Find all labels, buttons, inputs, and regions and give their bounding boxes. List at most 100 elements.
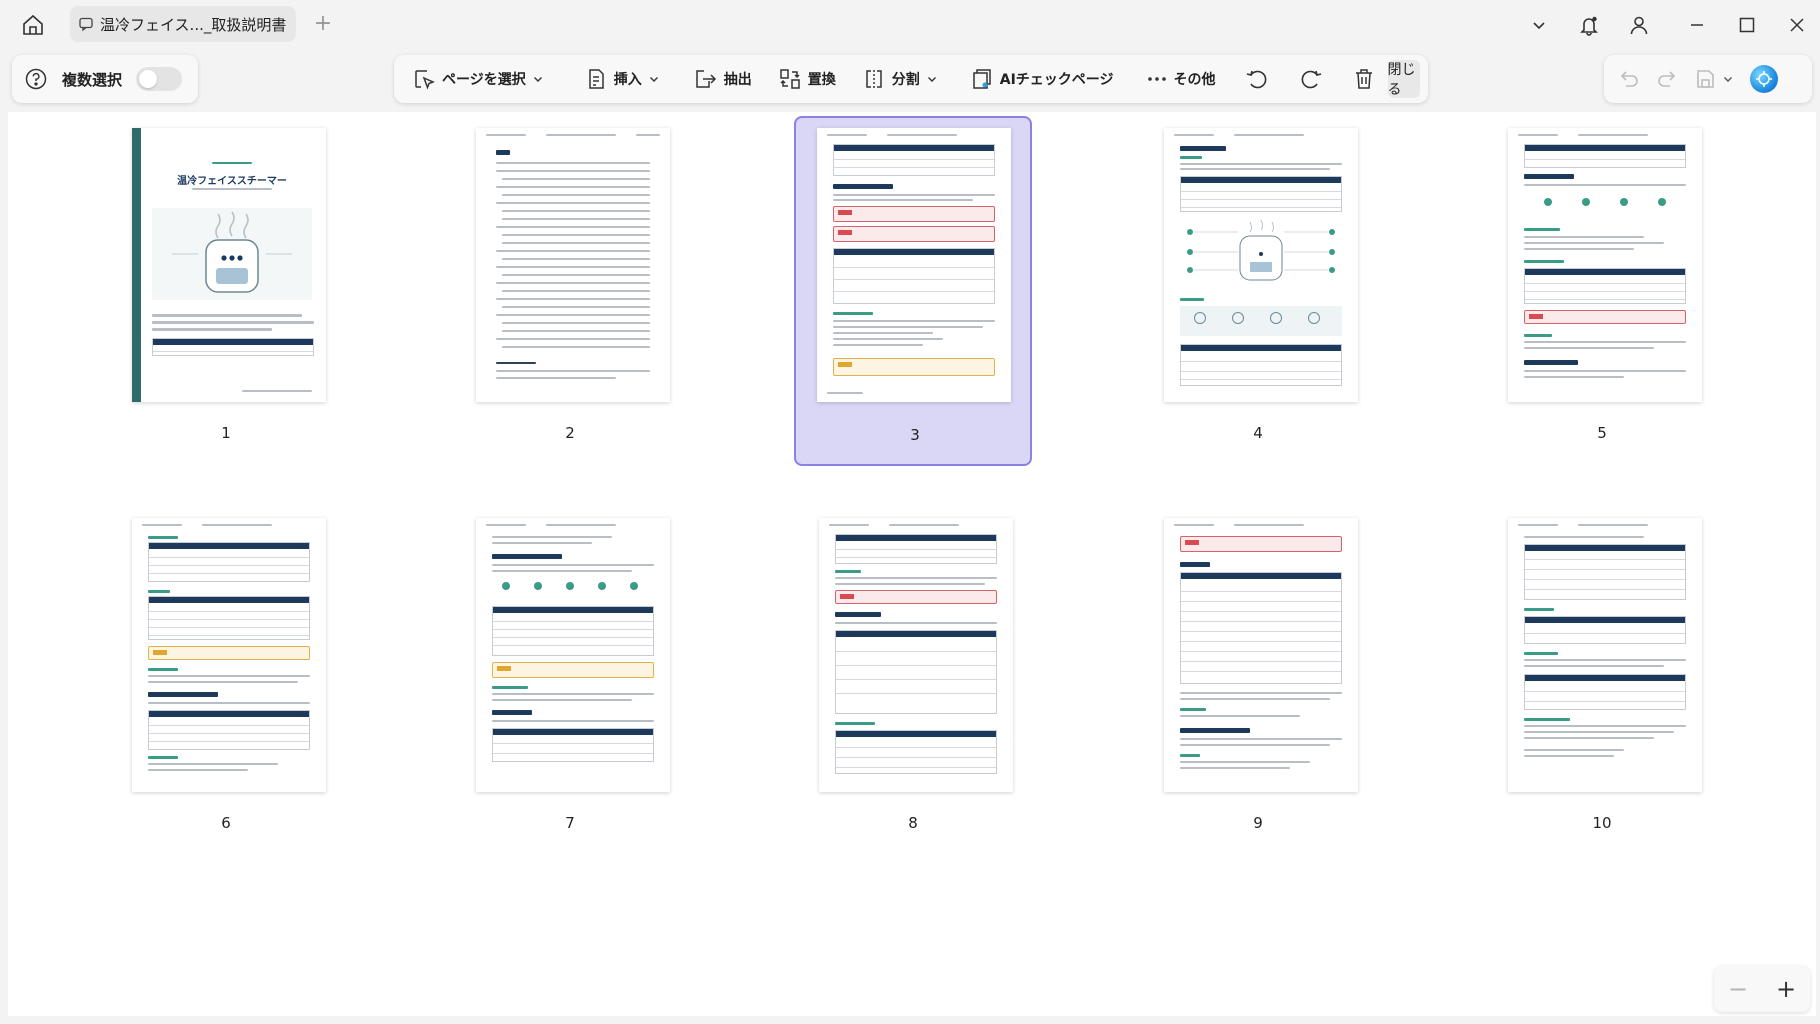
page-number: 7	[565, 814, 575, 832]
page-number: 10	[1592, 814, 1612, 832]
chevron-down-icon	[533, 77, 542, 82]
document-tab[interactable]: 温冷フェイス..._取扱説明書	[70, 6, 296, 42]
toggle-knob	[139, 70, 158, 88]
page-number: 9	[1253, 814, 1263, 832]
tab-list-dropdown[interactable]	[1524, 10, 1554, 40]
ai-assistant-icon	[1756, 71, 1772, 87]
more-button[interactable]: その他	[1140, 61, 1222, 97]
page-number: 3	[910, 426, 920, 444]
page-thumbnail-7[interactable]: 7	[451, 506, 689, 856]
redo-icon[interactable]	[1656, 68, 1678, 90]
page-thumbnail-canvas[interactable]: 温冷フェイススチーマー 1 2 3 4 5 6 7 8 9 10	[8, 112, 1816, 1016]
help-icon[interactable]	[24, 67, 48, 91]
title-bar: 温冷フェイス..._取扱説明書 +	[0, 0, 1820, 50]
page-toolbar: ページを選択 挿入 抽出 置換 分割 AIチェックページ その他 閉じる	[394, 55, 1428, 103]
insert-button[interactable]: 挿入	[578, 61, 666, 97]
replace-button[interactable]: 置換	[772, 61, 842, 97]
page-thumbnail-10[interactable]: 10	[1483, 506, 1721, 856]
page-thumbnail-3[interactable]: 3	[794, 116, 1032, 466]
chevron-down-icon	[927, 77, 936, 82]
more-label: その他	[1173, 72, 1216, 88]
page-thumbnail-9[interactable]: 9	[1139, 506, 1377, 856]
home-button[interactable]	[18, 10, 48, 40]
ai-check-label: AIチェックページ	[999, 72, 1114, 88]
multi-select-panel: 複数選択	[12, 55, 198, 103]
close-page-mode-button[interactable]: 閉じる	[1387, 60, 1420, 98]
new-tab-button[interactable]: +	[310, 12, 336, 38]
page-thumbnail-4[interactable]: 4	[1139, 116, 1377, 466]
page-preview	[476, 128, 670, 402]
page-preview	[819, 518, 1013, 792]
steamer-illustration	[152, 208, 312, 300]
account-button[interactable]	[1624, 10, 1654, 40]
ai-assistant-button[interactable]	[1750, 65, 1778, 93]
page-preview: 温冷フェイススチーマー	[132, 128, 326, 402]
save-icon[interactable]	[1694, 68, 1716, 90]
select-page-label: ページを選択	[442, 72, 526, 88]
page-number: 2	[565, 424, 575, 442]
chevron-down-icon	[1533, 22, 1545, 30]
page-thumbnail-8[interactable]: 8	[794, 506, 1032, 856]
page-thumbnail-6[interactable]: 6	[107, 506, 345, 856]
page-number: 6	[221, 814, 231, 832]
trash-icon	[1355, 69, 1372, 89]
minimize-icon	[1691, 24, 1703, 26]
zoom-out-button[interactable]: −	[1728, 975, 1748, 1003]
ai-check-page-button[interactable]: AIチェックページ	[964, 61, 1120, 97]
steamer-icon	[172, 211, 292, 293]
maximize-button[interactable]	[1732, 10, 1762, 40]
page-number: 8	[908, 814, 918, 832]
delete-button[interactable]	[1346, 61, 1382, 97]
maximize-icon	[1739, 17, 1755, 33]
user-icon	[1630, 16, 1648, 35]
close-window-button[interactable]	[1782, 10, 1812, 40]
page-preview	[817, 128, 1011, 402]
zoom-in-button[interactable]: +	[1776, 975, 1796, 1003]
notification-button[interactable]	[1574, 10, 1604, 40]
zoom-control: − +	[1714, 966, 1810, 1012]
page-preview	[1508, 518, 1702, 792]
replace-icon	[779, 69, 800, 89]
more-icon	[1147, 77, 1166, 81]
minimize-button[interactable]	[1682, 10, 1712, 40]
page-number: 5	[1597, 424, 1607, 442]
rotate-left-icon	[1246, 70, 1266, 89]
page-thumbnail-5[interactable]: 5	[1483, 116, 1721, 466]
undo-icon[interactable]	[1618, 68, 1640, 90]
home-icon	[23, 14, 43, 35]
select-cursor-icon	[415, 70, 435, 90]
page-preview	[132, 518, 326, 792]
split-icon	[865, 70, 882, 88]
extract-icon	[695, 70, 716, 88]
cover-title: 温冷フェイススチーマー	[177, 176, 287, 187]
page-preview	[476, 518, 670, 792]
insert-page-icon	[588, 69, 604, 89]
edit-history-panel	[1604, 55, 1812, 103]
page-preview	[1164, 128, 1358, 402]
page-thumbnail-1[interactable]: 温冷フェイススチーマー 1	[107, 116, 345, 466]
rotate-right-button[interactable]	[1292, 61, 1330, 97]
rotate-left-button[interactable]	[1238, 61, 1276, 97]
multi-select-label: 複数選択	[62, 70, 123, 89]
page-number: 4	[1253, 424, 1263, 442]
select-page-button[interactable]: ページを選択	[406, 61, 550, 97]
comment-icon	[79, 17, 93, 32]
page-thumbnail-2[interactable]: 2	[451, 116, 689, 466]
bell-icon	[1580, 16, 1598, 36]
page-preview	[1164, 518, 1358, 792]
device-diagram	[1180, 218, 1342, 288]
chevron-down-icon[interactable]	[1722, 73, 1734, 85]
ai-page-icon	[972, 69, 991, 89]
insert-label: 挿入	[613, 72, 642, 88]
multi-select-toggle[interactable]	[136, 67, 183, 91]
split-button[interactable]: 分割	[856, 61, 944, 97]
page-number: 1	[221, 424, 231, 442]
chevron-down-icon	[649, 77, 658, 82]
replace-label: 置換	[807, 72, 836, 88]
tab-title: 温冷フェイス..._取扱説明書	[100, 15, 287, 34]
close-icon	[1790, 18, 1804, 32]
rotate-right-icon	[1301, 70, 1321, 89]
extract-button[interactable]: 抽出	[686, 61, 758, 97]
split-label: 分割	[891, 72, 920, 88]
extract-label: 抽出	[723, 72, 752, 88]
